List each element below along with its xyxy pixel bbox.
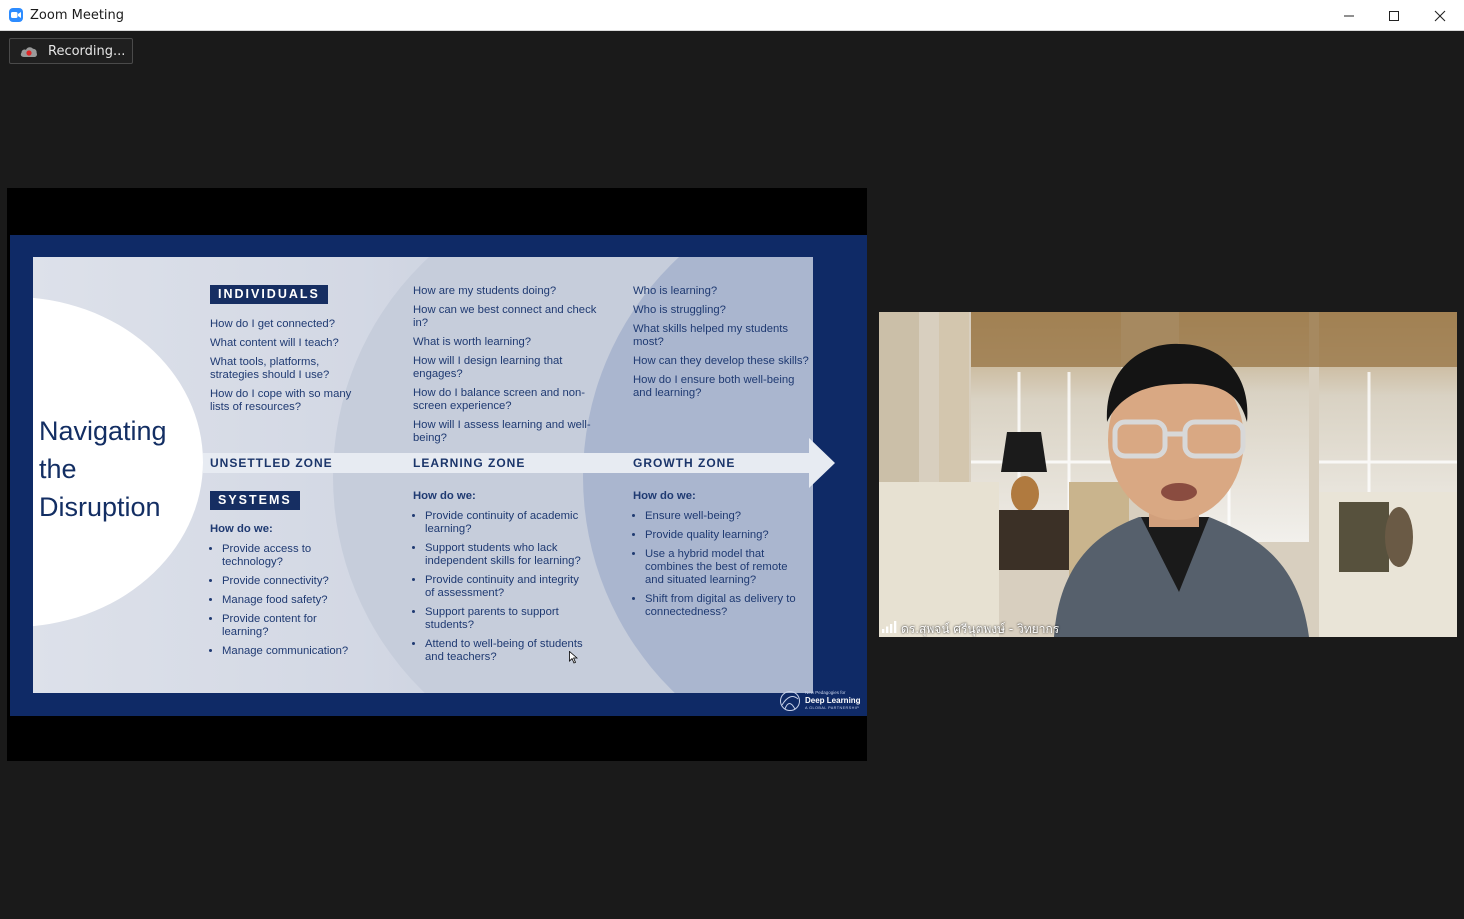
close-button[interactable]	[1417, 0, 1463, 31]
list-item: Provide connectivity?	[222, 575, 360, 588]
title-bar: Zoom Meeting	[0, 0, 1464, 31]
list-item: How are my students doing?	[413, 285, 557, 297]
mouse-cursor-icon	[569, 651, 578, 664]
list-item: Attend to well-being of students and tea…	[425, 638, 588, 664]
list-item: Provide content for learning?	[222, 613, 360, 639]
list-item: How do I ensure both well-being and lear…	[633, 374, 795, 399]
systems-tag: SYSTEMS	[210, 491, 300, 510]
list-item: Who is learning?	[633, 285, 718, 297]
list-item: Manage food safety?	[222, 594, 360, 607]
participant-video-tile[interactable]: ดร.สุพจน์ ศรีนุตพงษ์ - วิทยากร	[879, 312, 1457, 637]
minimize-icon	[1344, 15, 1354, 16]
zoom-app-icon	[9, 8, 23, 22]
growth-individuals-list: Who is learning? Who is struggling? What…	[633, 285, 813, 406]
list-item: What is worth learning?	[413, 336, 532, 348]
minimize-button[interactable]	[1326, 0, 1372, 31]
list-item: Who is struggling?	[633, 304, 726, 316]
unsettled-individuals-list: How do I get connected? What content wil…	[210, 318, 370, 420]
list-item: How can we best connect and check in?	[413, 304, 597, 329]
how-do-we-label: How do we:	[210, 523, 273, 535]
slide: Navigating the Disruption UNSETTLED ZONE…	[33, 257, 845, 693]
zone-label-unsettled: UNSETTLED ZONE	[210, 456, 333, 470]
maximize-button[interactable]	[1371, 0, 1417, 31]
learning-individuals-list: How are my students doing? How can we be…	[413, 285, 603, 451]
zone-label-learning: LEARNING ZONE	[413, 456, 526, 470]
close-icon	[1434, 10, 1446, 21]
shared-screen[interactable]: Navigating the Disruption UNSETTLED ZONE…	[7, 188, 867, 761]
deep-learning-logo: New Pedagogies for Deep Learning A GLOBA…	[779, 688, 869, 714]
list-item: Manage communication?	[222, 645, 360, 658]
list-item: What content will I teach?	[210, 337, 339, 349]
recording-label: Recording...	[48, 44, 126, 59]
slide-title: Navigating the Disruption	[39, 416, 167, 522]
individuals-tag: INDIVIDUALS	[210, 285, 328, 304]
list-item: How can they develop these skills?	[633, 355, 809, 367]
list-item: Provide continuity of academic learning?	[425, 510, 588, 536]
cloud-recording-icon	[20, 47, 37, 57]
list-item: What skills helped my students most?	[633, 323, 789, 348]
list-item: How will I design learning that engages?	[413, 355, 563, 380]
list-item: Shift from digital as delivery to connec…	[645, 593, 805, 619]
globe-logo-icon	[780, 691, 800, 711]
connection-signal-icon	[882, 621, 897, 633]
list-item: How will I assess learning and well-bein…	[413, 419, 591, 444]
maximize-icon	[1389, 10, 1399, 21]
zone-arrow-head	[809, 438, 835, 488]
list-item: Provide continuity and integrity of asse…	[425, 574, 588, 600]
learning-systems-list: How do we: Provide continuity of academi…	[413, 490, 588, 670]
list-item: Ensure well-being?	[645, 510, 805, 523]
logo-sub-text: A GLOBAL PARTNERSHIP	[805, 706, 860, 710]
list-item: Support students who lack independent sk…	[425, 542, 588, 568]
how-do-we-label: How do we:	[413, 490, 476, 502]
slide-frame: Navigating the Disruption UNSETTLED ZONE…	[10, 235, 867, 716]
list-item: How do I cope with so many lists of reso…	[210, 388, 352, 413]
growth-systems-list: How do we: Ensure well-being? Provide qu…	[633, 490, 805, 625]
participant-name: ดร.สุพจน์ ศรีนุตพงษ์ - วิทยากร	[901, 622, 1060, 636]
list-item: Provide access to technology?	[222, 543, 360, 569]
list-item: Use a hybrid model that combines the bes…	[645, 548, 805, 587]
list-item: How do I balance screen and non-screen e…	[413, 387, 586, 412]
zone-label-growth: GROWTH ZONE	[633, 456, 736, 470]
unsettled-systems-list: How do we: Provide access to technology?…	[210, 523, 360, 664]
list-item: What tools, platforms, strategies should…	[210, 356, 330, 381]
list-item: How do I get connected?	[210, 318, 335, 330]
logo-big-text: Deep Learning	[805, 696, 861, 705]
list-item: Support parents to support students?	[425, 606, 588, 632]
list-item: Provide quality learning?	[645, 529, 805, 542]
window-title: Zoom Meeting	[30, 8, 125, 23]
logo-small-text: New Pedagogies for	[805, 690, 846, 695]
recording-indicator[interactable]: Recording...	[9, 38, 133, 64]
participant-video-feed	[879, 312, 1457, 637]
how-do-we-label: How do we:	[633, 490, 696, 502]
